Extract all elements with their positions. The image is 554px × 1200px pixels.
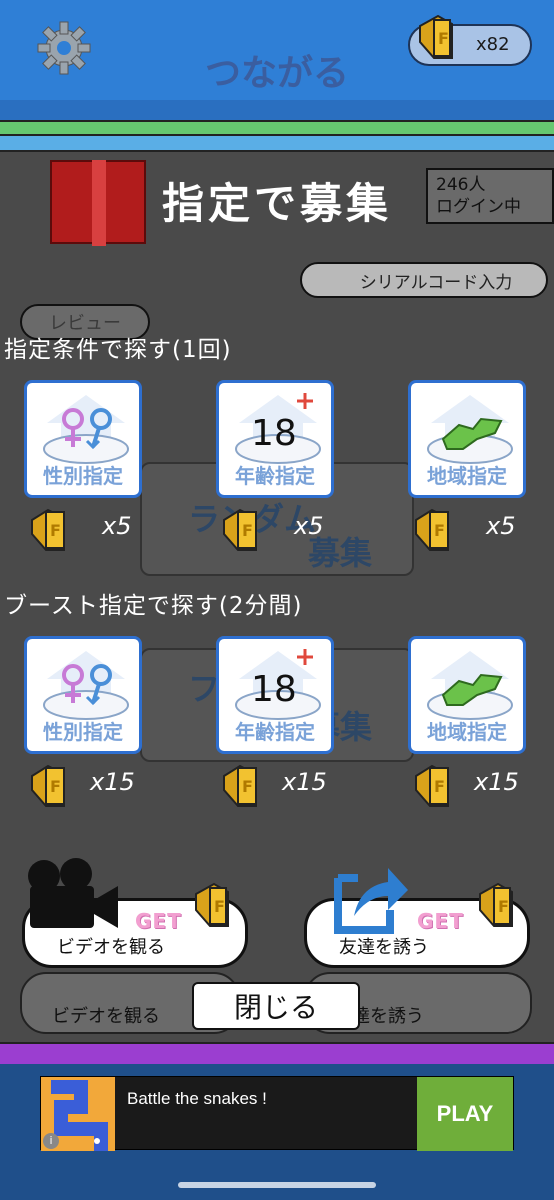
boost-gender-cost: F x15 — [30, 762, 160, 807]
modal-title: 指定で募集 — [161, 179, 392, 228]
video-camera-icon — [28, 858, 118, 928]
divider-stripe-blue — [0, 136, 554, 152]
divider-stripe-green — [0, 120, 554, 136]
svg-text:F: F — [434, 521, 445, 540]
boost-age-filter-card[interactable]: 18 年齢指定 — [216, 636, 334, 754]
ticket-icon: F — [223, 508, 257, 551]
ad-info-icon[interactable]: i — [43, 1133, 59, 1149]
gender-filter-label: 性別指定 — [43, 464, 123, 488]
ticket-icon: F — [31, 764, 65, 807]
age-cost-text: x5 — [294, 512, 324, 540]
boost-gender-filter-card[interactable]: 性別指定 — [24, 636, 142, 754]
svg-text:F: F — [214, 897, 225, 916]
boost-region-filter-card[interactable]: 地域指定 — [408, 636, 526, 754]
region-filter-label: 地域指定 — [427, 464, 507, 488]
svg-text:F: F — [242, 521, 253, 540]
boost-age-cost: F x15 — [222, 762, 352, 807]
age-18-text: 18 — [251, 413, 297, 454]
svg-text:F: F — [50, 777, 61, 796]
svg-text:F: F — [50, 521, 61, 540]
gender-cost-text: x5 — [102, 512, 132, 540]
ticket-icon: F — [195, 882, 229, 927]
ad-text: Battle the snakes ! — [127, 1089, 267, 1108]
ad-snake-image[interactable]: i — [41, 1077, 115, 1151]
svg-text:F: F — [242, 777, 253, 796]
region-filter-card[interactable]: 地域指定 — [408, 380, 526, 498]
age-filter-label: 年齢指定 — [235, 464, 315, 488]
svg-text:F: F — [498, 897, 509, 916]
ad-play-button[interactable]: PLAY — [417, 1077, 513, 1151]
age-18-text: 18 — [251, 669, 297, 710]
gender-filter-card[interactable]: 性別指定 — [24, 380, 142, 498]
ticket-icon: F — [415, 764, 449, 807]
region-cost-text: x5 — [486, 512, 516, 540]
watch-video-label: ビデオを観る — [57, 937, 165, 958]
boost-gender-filter-label: 性別指定 — [43, 720, 123, 744]
boost-region-filter-label: 地域指定 — [427, 720, 507, 744]
serial-code-button[interactable]: シリアルコード入力 — [300, 262, 548, 298]
divider-stripe-purple — [0, 1042, 554, 1064]
boost-region-cost: F x15 — [414, 762, 544, 807]
section-label-normal: 指定条件で探す(1回) — [4, 337, 232, 363]
boost-age-filter-label: 年齢指定 — [235, 720, 315, 744]
coin-count: x82 — [476, 34, 510, 55]
boost-region-cost-text: x15 — [474, 768, 519, 796]
ticket-icon: F — [479, 882, 513, 927]
gender-cost: F x5 — [30, 506, 160, 551]
age-filter-card[interactable]: 18 年齢指定 — [216, 380, 334, 498]
ticket-icon: F — [419, 14, 453, 59]
ad-banner[interactable]: i Battle the snakes ! PLAY — [40, 1076, 514, 1151]
ticket-icon: F — [415, 508, 449, 551]
close-button[interactable]: 閉じる — [192, 982, 360, 1030]
home-indicator — [178, 1182, 376, 1188]
invite-label-bg: 達を誘う — [352, 1006, 424, 1027]
video-label-bg: ビデオを観る — [52, 1006, 160, 1027]
invite-friends-label: 友達を誘う — [339, 937, 429, 958]
get-badge: GET — [417, 909, 464, 933]
share-icon — [334, 868, 408, 934]
boost-gender-cost-text: x15 — [90, 768, 135, 796]
section-label-boost: ブースト指定で探す(2分間) — [4, 593, 303, 619]
get-badge: GET — [135, 909, 182, 933]
svg-text:F: F — [438, 29, 449, 48]
region-cost: F x5 — [414, 506, 544, 551]
ticket-icon: F — [31, 508, 65, 551]
ticket-icon: F — [223, 764, 257, 807]
boost-age-cost-text: x15 — [282, 768, 327, 796]
svg-text:F: F — [434, 777, 445, 796]
age-cost: F x5 — [222, 506, 352, 551]
